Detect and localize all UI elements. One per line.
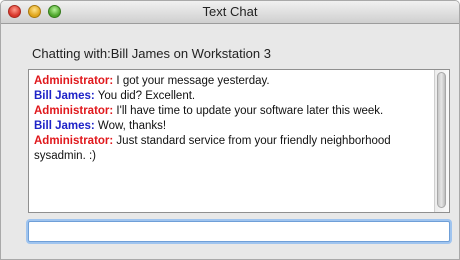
chatting-with-label: Chatting with:Bill James on Workstation … <box>32 46 271 61</box>
chat-peer-name: Bill James on Workstation 3 <box>110 46 271 61</box>
message-input[interactable] <box>28 221 450 242</box>
chat-message: Administrator: I got your message yester… <box>34 74 434 89</box>
chat-message: Administrator: Just standard service fro… <box>34 134 434 164</box>
window-title: Text Chat <box>202 4 258 19</box>
chat-message: Bill James: Wow, thanks! <box>34 119 434 134</box>
scrollbar-thumb[interactable] <box>437 72 446 208</box>
message-sender: Administrator: <box>34 75 114 87</box>
message-text: Wow, thanks! <box>94 120 167 132</box>
message-sender: Administrator: <box>34 105 114 117</box>
message-sender: Administrator: <box>34 135 114 147</box>
message-text: I'll have time to update your software l… <box>113 105 384 117</box>
transcript-scrollbar[interactable] <box>434 70 449 212</box>
chatting-with-prefix: Chatting with: <box>32 46 111 61</box>
chat-message: Administrator: I'll have time to update … <box>34 104 434 119</box>
chat-transcript[interactable]: Administrator: I got your message yester… <box>28 69 450 213</box>
text-chat-window: Text Chat Chatting with:Bill James on Wo… <box>0 0 460 260</box>
message-sender: Bill James: <box>34 90 95 102</box>
chat-message: Bill James: You did? Excellent. <box>34 89 434 104</box>
message-text: You did? Excellent. <box>94 90 196 102</box>
message-sender: Bill James: <box>34 120 95 132</box>
message-list: Administrator: I got your message yester… <box>34 74 434 164</box>
message-text: I got your message yesterday. <box>113 75 270 87</box>
title-bar[interactable]: Text Chat <box>1 1 459 24</box>
